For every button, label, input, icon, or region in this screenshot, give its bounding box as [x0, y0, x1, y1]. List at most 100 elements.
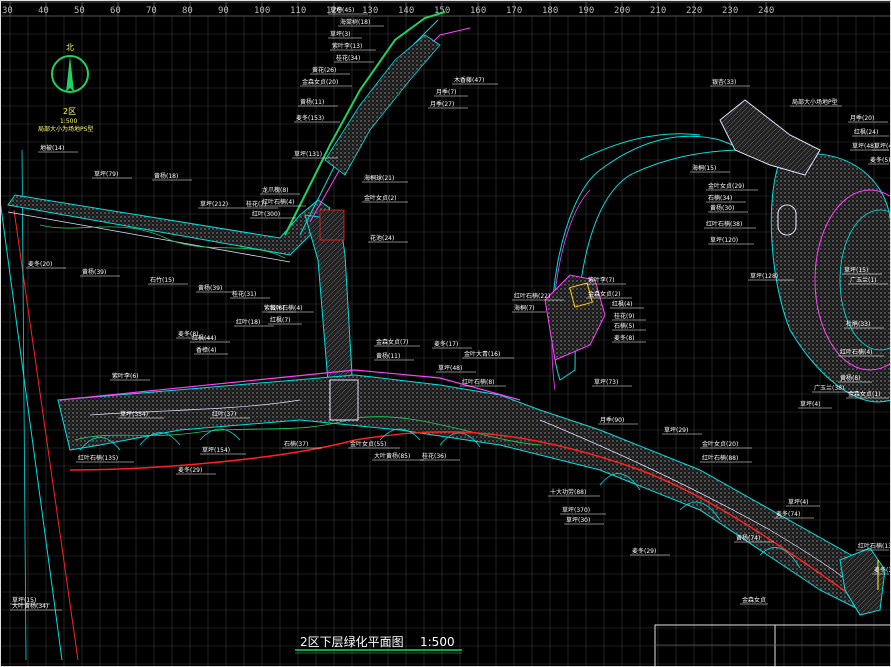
drawing-title: 2区下层绿化平面图 1:500: [295, 634, 462, 654]
plant-label: 麦冬(8): [178, 330, 199, 338]
ruler-tick-label: 30: [2, 6, 13, 16]
plant-label: 麦冬(74): [776, 510, 800, 518]
plant-label: 草坪(128): [750, 272, 778, 280]
plant-label: 黄杨(11): [300, 98, 324, 106]
ruler-tick-label: 240: [758, 6, 774, 16]
plant-label: 草坪(79): [94, 170, 118, 178]
plant-label: 草坪(30): [566, 516, 590, 524]
plant-label: 红叶(37): [212, 410, 236, 418]
plant-label: 月季(90): [600, 416, 624, 424]
drawing-title-scale: 1:500: [420, 635, 455, 649]
drawing-title-text: 2区下层绿化平面图: [300, 634, 404, 649]
plant-label: 金森女贞: [742, 596, 766, 604]
ruler-tick-label: 40: [38, 6, 49, 16]
ruler-tick-label: 70: [146, 6, 157, 16]
ruler-tick-label: 50: [74, 6, 85, 16]
plant-label: 红叶石楠(38): [706, 220, 742, 228]
plant-label: 草坪(4): [800, 400, 821, 408]
plant-label: 广玉兰(1): [850, 276, 877, 284]
plant-label: 草坪(48): [852, 142, 876, 150]
ruler-tick-label: 110: [290, 6, 306, 16]
plant-label: 黄花(26): [312, 66, 336, 74]
plant-label: 金森女贞(2): [588, 290, 621, 298]
plant-label: 草坪(73): [594, 378, 618, 386]
plant-label: 金叶女贞(20): [702, 440, 738, 448]
plant-label: 草坪(4): [874, 142, 891, 150]
plant-label: 紫叶李(7): [588, 276, 615, 284]
plant-label: 草坪(48): [438, 364, 462, 372]
plant-label: 草坪(154): [202, 446, 230, 454]
plant-label: 香樟(4): [196, 346, 217, 354]
plant-label: 麦冬(29): [178, 466, 202, 474]
ruler-tick-label: 170: [506, 6, 522, 16]
plant-label: 金叶大青(16): [464, 350, 500, 358]
plant-label: 黄杨(74): [736, 534, 760, 542]
ruler-tick-label: 220: [686, 6, 702, 16]
plant-label: 金叶女贞(2): [364, 194, 397, 202]
cad-drawing-canvas[interactable]: 30 40 50 60 70 80 90 100 110 120 130 140 150 160 170 18…: [0, 0, 891, 667]
plant-label: 麦冬(17): [434, 340, 458, 348]
plant-label: 麦冬(29): [632, 547, 656, 555]
ruler-tick-label: 130: [362, 6, 378, 16]
plant-label: 草坪(354): [120, 410, 148, 418]
plant-label: 红叶石楠(4): [840, 348, 873, 356]
plant-label: 草坪(3): [330, 30, 351, 38]
plant-label: 金叶女贞(29): [708, 182, 744, 190]
plant-label: 黄杨(11): [376, 352, 400, 360]
plant-label: 石楠(5): [614, 322, 635, 330]
ruler-tick-label: 80: [182, 6, 193, 16]
ruler-tick-label: 190: [578, 6, 594, 16]
plant-label: 麦冬(20): [28, 260, 52, 268]
plant-label: 大叶黄杨(85): [374, 452, 410, 460]
upper-junction: [319, 209, 345, 241]
plant-label: 麦冬(8): [614, 334, 635, 342]
plant-label: 草坪(45): [330, 6, 354, 14]
plant-label: 草坪(29): [664, 426, 688, 434]
plant-label: 桂花(31): [232, 290, 256, 298]
plant-label: 红枫(7): [270, 316, 291, 324]
plant-label: 金森女贞(1): [848, 390, 881, 398]
plant-label: 麦冬(39): [874, 566, 891, 574]
plant-label: 紫叶李(13): [332, 42, 362, 50]
junction-structure: [329, 379, 359, 421]
plant-label: 红叶石楠(4): [270, 304, 303, 312]
plant-label: 广玉兰(38): [814, 384, 844, 392]
plant-label: 桂花(36): [422, 452, 446, 460]
plant-label: 黄杨(8): [840, 374, 861, 382]
plant-label: 月季(20): [850, 114, 874, 122]
north-label: 北: [66, 43, 74, 52]
plant-label: 金森女贞(20): [302, 78, 338, 86]
ruler-tick-label: 180: [542, 6, 558, 16]
plant-label: 月季(27): [430, 100, 454, 108]
plant-label: 桂花(7): [246, 200, 267, 208]
plant-label: 麦冬(5): [870, 156, 891, 164]
plant-label: 黄杨(18): [154, 172, 178, 180]
plant-label: 海桐(7): [514, 304, 535, 312]
plant-label: 石楠(34): [708, 194, 732, 202]
plant-label: 红叶石楠(130): [858, 542, 891, 550]
plant-label: 黄杨(39): [198, 284, 222, 292]
plant-label: 十大功劳(88): [550, 488, 586, 496]
ruler-tick-label: 140: [398, 6, 414, 16]
plant-label: 红叶石楠(4): [262, 198, 295, 206]
ruler-tick-label: 200: [614, 6, 630, 16]
plant-label: 草坪(370): [562, 506, 590, 514]
plant-label: 黄杨(39): [82, 268, 106, 276]
top-ruler: 30 40 50 60 70 80 90 100 110 120 130 140 150 160 170 18…: [0, 1, 891, 17]
plant-label: 红枫(4): [612, 300, 633, 308]
building-top-right: [719, 99, 821, 176]
plant-label: 红叶(18): [236, 318, 260, 326]
north-needle: [66, 56, 74, 92]
left-edge-line: [21, 149, 27, 661]
zone-label: 2区: [63, 107, 76, 116]
plant-label: 红叶(300): [252, 210, 280, 218]
plant-label: 红叶石楠(88): [702, 454, 738, 462]
plant-label: 桂花(9): [614, 312, 635, 320]
plant-label: 花池(24): [370, 234, 394, 242]
plant-label: 草坪(212): [200, 200, 228, 208]
plant-label: 大叶黄杨(34): [12, 602, 48, 610]
plant-label: 红叶石楠(22): [514, 292, 550, 300]
plant-label: 桂花(34): [336, 54, 360, 62]
plant-label: 金森女贞(7): [376, 338, 409, 346]
plant-label: 紫叶李(6): [112, 372, 139, 380]
